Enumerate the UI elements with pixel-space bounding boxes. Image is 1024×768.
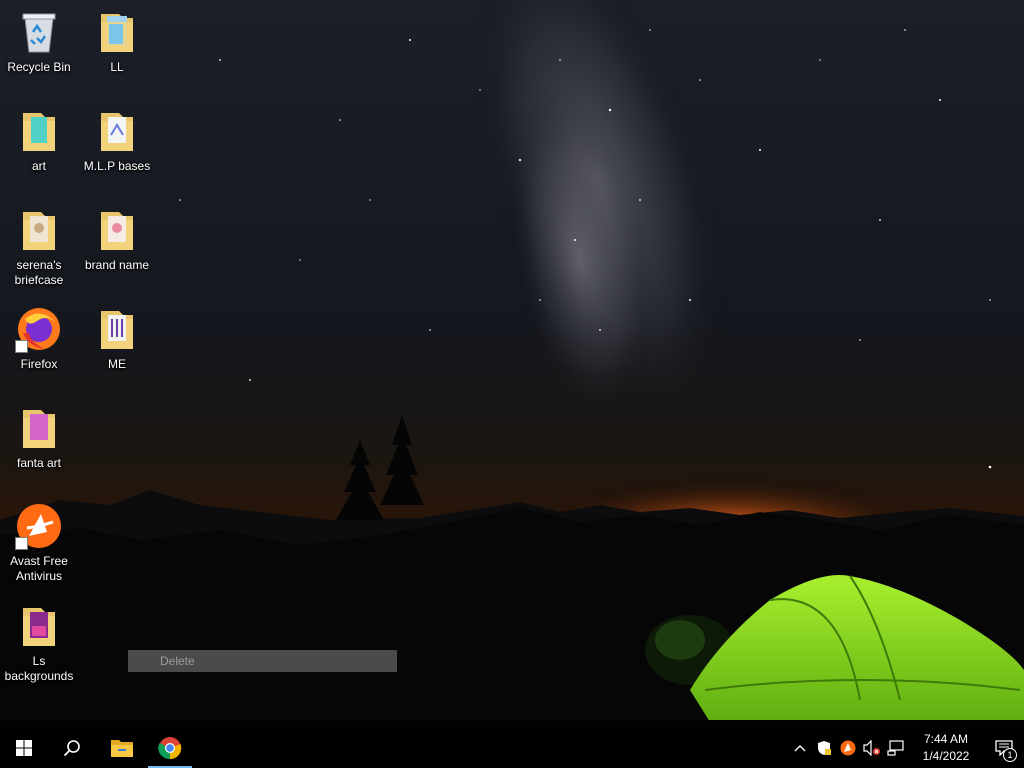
firefox-icon: [15, 305, 63, 353]
volume-tray-button[interactable]: [860, 728, 884, 768]
desktop-icon-recycle-bin[interactable]: Recycle Bin: [0, 8, 78, 75]
windows-logo-icon: [16, 740, 32, 756]
security-shield-icon: [818, 741, 831, 755]
windows-security-tray-button[interactable]: [812, 728, 836, 768]
desktop-icon-label: Avast Free Antivirus: [10, 554, 68, 583]
taskbar: 7:44 AM 1/4/2022 1: [0, 728, 1024, 768]
network-tray-button[interactable]: [884, 728, 908, 768]
clock[interactable]: 7:44 AM 1/4/2022: [908, 728, 984, 768]
desktop-icon-ll[interactable]: LL: [78, 8, 156, 75]
desktop-icon-label: brand name: [84, 258, 150, 272]
desktop-icon-art[interactable]: art: [0, 107, 78, 174]
clock-time: 7:44 AM: [923, 732, 969, 746]
avast-tray-icon: [840, 740, 856, 756]
chevron-up-icon: [794, 745, 806, 752]
desktop-icon-label: Firefox: [20, 357, 58, 371]
folder-icon: [15, 602, 63, 650]
folder-icon: [93, 206, 141, 254]
desktop-icon-firefox[interactable]: Firefox: [0, 305, 78, 372]
desktop-icon-label: LL: [110, 60, 124, 74]
file-explorer-icon: [111, 740, 133, 757]
desktop-icon-ls-backgrounds[interactable]: Ls backgrounds: [0, 602, 78, 684]
clock-date: 1/4/2022: [922, 749, 970, 763]
context-menu-delete-item[interactable]: Delete: [128, 650, 397, 672]
folder-icon: [15, 404, 63, 452]
folder-icon: [15, 107, 63, 155]
folder-icon: [93, 8, 141, 56]
desktop-icon-avast-free-antivirus[interactable]: Avast Free Antivirus: [0, 502, 78, 584]
desktop-icon-label: Ls backgrounds: [4, 654, 74, 683]
start-button[interactable]: [0, 728, 48, 768]
notification-count-badge: 1: [1003, 748, 1017, 762]
desktop-icon-mlp-bases[interactable]: M.L.P bases: [78, 107, 156, 174]
avast-icon: [15, 502, 63, 550]
chrome-icon: [158, 737, 182, 760]
desktop-icon-label: fanta art: [16, 456, 62, 470]
desktop-icon-me[interactable]: ME: [78, 305, 156, 372]
chrome-button[interactable]: [146, 728, 194, 768]
network-icon: [887, 740, 904, 756]
search-icon: [63, 740, 80, 757]
search-button[interactable]: [48, 728, 96, 768]
desktop-icon-serenas-briefcase[interactable]: serena's briefcase: [0, 206, 78, 288]
show-hidden-icons-button[interactable]: [788, 728, 812, 768]
desktop-icon-label: Recycle Bin: [7, 60, 71, 74]
desktop-icon-brand-name[interactable]: brand name: [78, 206, 156, 273]
folder-icon: [93, 107, 141, 155]
folder-icon: [15, 206, 63, 254]
desktop-icon-label: art: [31, 159, 46, 173]
system-tray: 7:44 AM 1/4/2022 1: [788, 728, 1024, 768]
action-center-button[interactable]: 1: [984, 728, 1024, 768]
volume-muted-icon: [863, 740, 880, 756]
avast-tray-button[interactable]: [836, 728, 860, 768]
recycle-bin-icon: [15, 8, 63, 56]
shortcut-arrow-icon: [15, 537, 28, 550]
file-explorer-button[interactable]: [98, 728, 146, 768]
desktop-icon-label: serena's briefcase: [14, 258, 64, 287]
shortcut-arrow-icon: [15, 340, 28, 353]
folder-icon: [93, 305, 141, 353]
desktop-icon-label: M.L.P bases: [83, 159, 151, 173]
desktop-icon-label: ME: [108, 357, 126, 371]
desktop-icon-fanta-art[interactable]: fanta art: [0, 404, 78, 471]
